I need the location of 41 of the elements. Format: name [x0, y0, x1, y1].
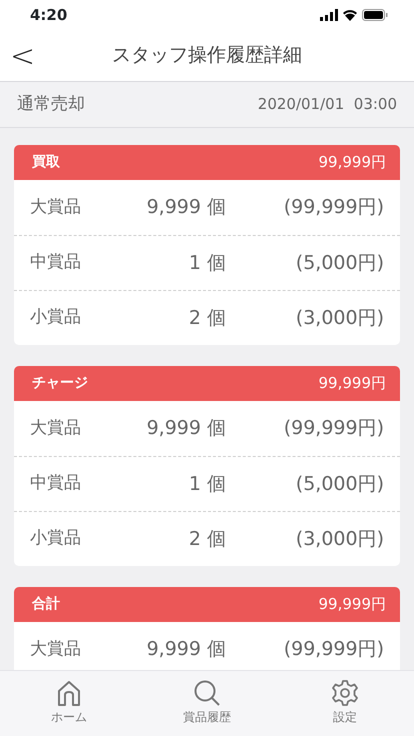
prize-quantity: 9,999 個: [146, 416, 226, 442]
settings-icon: [331, 679, 359, 707]
prize-amount: (5,000円): [294, 250, 384, 276]
prize-amount: (3,000円): [294, 526, 384, 552]
section-total: 99,999円: [318, 594, 386, 616]
section-title: 買取: [32, 153, 60, 172]
prize-quantity: 2 個: [188, 306, 226, 331]
prize-amount: (99,999円): [282, 416, 384, 442]
tab-button[interactable]: 賞品履歴: [138, 671, 276, 736]
prize-quantity: 9,999 個: [146, 195, 226, 220]
prize-amount: (99,999円): [282, 637, 384, 662]
prize-amount: (5,000円): [294, 472, 384, 497]
prize-quantity: 9,999 個: [146, 637, 226, 662]
prize-amount: (3,000円): [294, 306, 384, 331]
home-icon: [55, 679, 83, 707]
tab-button[interactable]: 設定: [276, 671, 414, 736]
prize-quantity: 1 個: [188, 472, 226, 497]
section-title: チャージ: [32, 374, 88, 393]
section-total: 99,999円: [318, 152, 386, 174]
prize-name: 小賞品: [30, 306, 82, 330]
transaction-type: 通常売却: [17, 92, 85, 116]
transaction-datetime: 2020/01/01 03:00: [258, 94, 397, 116]
section-total: 99,999円: [318, 373, 386, 394]
prize-name: 中賞品: [30, 472, 82, 496]
signal-icon: [320, 9, 338, 21]
prize-quantity: 2 個: [188, 526, 226, 552]
prize-name: 中賞品: [30, 251, 82, 274]
tab-button[interactable]: ホーム: [0, 671, 138, 736]
prize-name: 大賞品: [30, 416, 82, 440]
page-title: スタッフ操作履歴詳細: [112, 43, 302, 68]
prize-name: 大賞品: [30, 638, 82, 661]
back-button[interactable]: <: [4, 38, 42, 76]
status-time: 4:20: [30, 4, 68, 26]
wifi-icon: [342, 9, 358, 21]
battery-icon: [362, 9, 388, 21]
search-icon: [193, 679, 221, 707]
section-title: 合計: [32, 595, 60, 614]
prize-quantity: 1 個: [188, 250, 226, 276]
prize-amount: (99,999円): [282, 195, 384, 220]
prize-name: 小賞品: [30, 527, 82, 550]
prize-name: 大賞品: [30, 196, 82, 219]
